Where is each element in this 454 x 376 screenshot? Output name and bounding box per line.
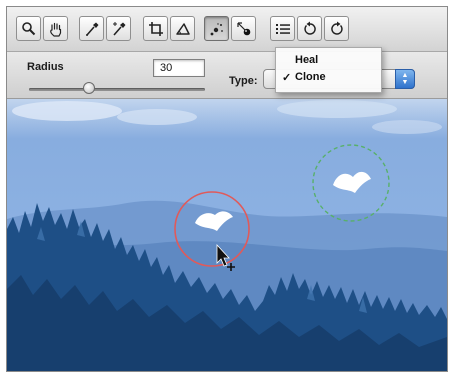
zoom-tool-button[interactable] [16, 16, 41, 41]
toolbar [7, 7, 447, 52]
red-eye-tool-button[interactable] [231, 16, 256, 41]
menu-item-heal-label: Heal [295, 54, 319, 66]
menu-item-heal[interactable]: Heal [276, 54, 381, 70]
menu-item-clone-label: Clone [295, 71, 326, 83]
checkmark-icon: ✓ [282, 72, 292, 84]
white-balance-tool-button[interactable] [79, 16, 104, 41]
radius-slider-thumb[interactable] [82, 82, 95, 94]
image-canvas[interactable] [7, 99, 447, 371]
crop-icon [148, 21, 163, 36]
red-eye-icon [236, 21, 250, 35]
hand-icon [49, 22, 61, 37]
type-label: Type: [229, 75, 258, 87]
menu-item-clone[interactable]: ✓ Clone [276, 71, 381, 87]
radius-label: Radius [27, 61, 64, 73]
zoom-icon [22, 22, 36, 36]
landscape-photo [7, 99, 447, 371]
color-sampler-icon [112, 21, 125, 36]
toggle-list-button[interactable] [270, 16, 295, 41]
retouch-icon [210, 22, 223, 35]
list-icon [275, 23, 290, 34]
straighten-tool-button[interactable] [170, 16, 195, 41]
rotate-left-icon [303, 21, 316, 35]
popup-arrows-icon: ▲ ▼ [395, 69, 415, 89]
retouch-tool-button[interactable] [204, 16, 229, 41]
white-balance-eyedropper-icon [85, 22, 98, 36]
straighten-icon [175, 22, 190, 35]
color-sampler-tool-button[interactable] [106, 16, 131, 41]
radius-value-field[interactable]: 30 [153, 59, 205, 77]
rotate-right-button[interactable] [324, 16, 349, 41]
app-window: Radius 30 Type: ▲ ▼ Heal ✓ Clone [6, 6, 448, 372]
rotate-right-icon [330, 21, 343, 35]
radius-slider-track[interactable] [29, 88, 205, 91]
hand-tool-button[interactable] [43, 16, 68, 41]
type-dropdown-menu: Heal ✓ Clone [275, 47, 382, 93]
crop-tool-button[interactable] [143, 16, 168, 41]
rotate-left-button[interactable] [297, 16, 322, 41]
